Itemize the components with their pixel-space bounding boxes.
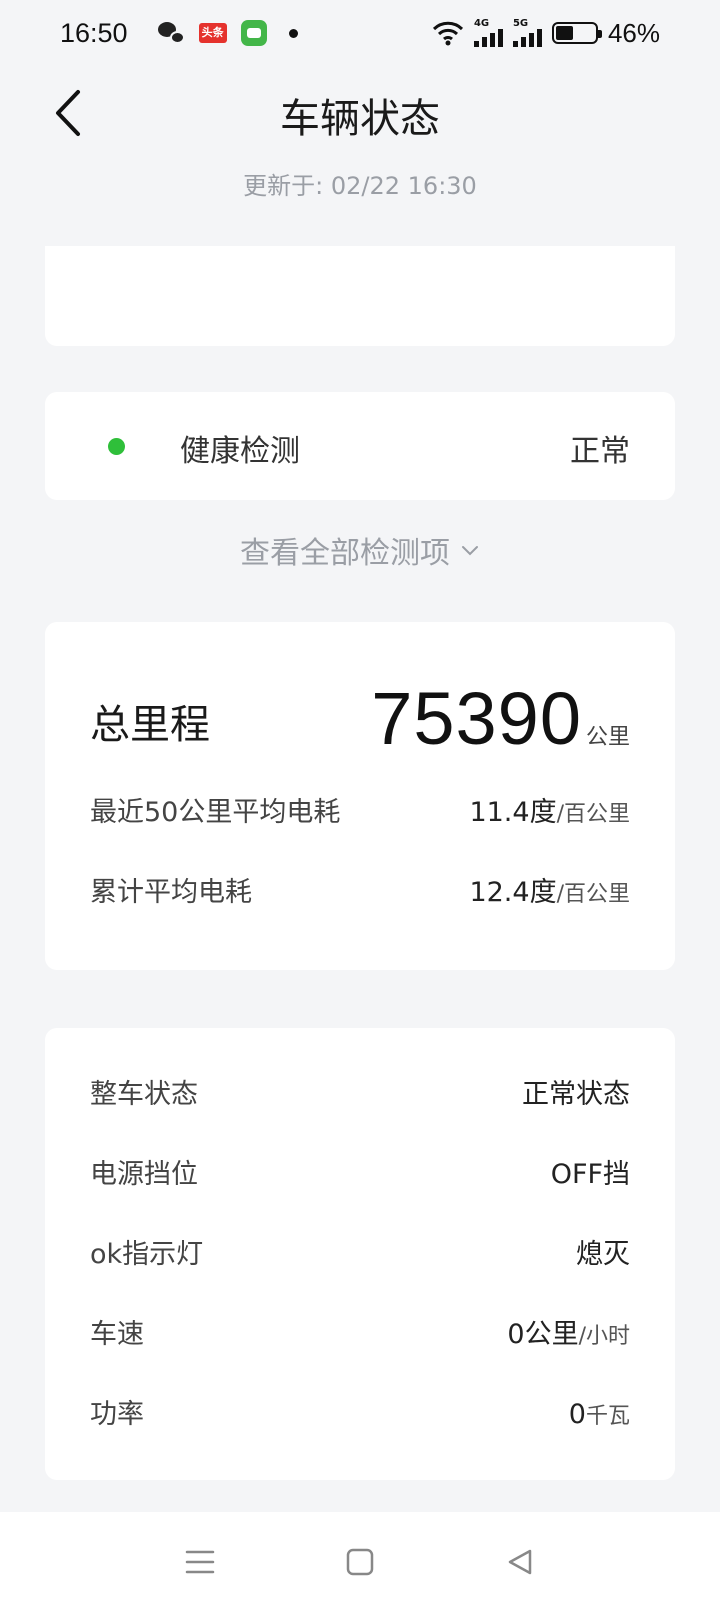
row-value: 0 bbox=[568, 1399, 586, 1430]
signal-5g-icon: 5G bbox=[512, 19, 542, 47]
row-value: 0公里 bbox=[507, 1319, 579, 1350]
nav-menu-button[interactable] bbox=[170, 1532, 230, 1592]
vehicle-image-card bbox=[45, 246, 675, 346]
health-status-dot bbox=[108, 438, 125, 455]
total-mileage-unit: 公里 bbox=[585, 725, 630, 750]
toutiao-icon: 头条 bbox=[198, 23, 227, 43]
back-triangle-icon bbox=[508, 1549, 532, 1575]
health-check-label: 健康检测 bbox=[180, 434, 300, 469]
vehicle-state-row: 整车状态 正常状态 bbox=[90, 1072, 630, 1111]
status-bar: 16:50 头条 4G 5G 46% bbox=[0, 0, 720, 66]
nav-back-button[interactable] bbox=[490, 1532, 550, 1592]
speed-row: 车速 0公里/小时 bbox=[90, 1312, 630, 1351]
health-check-value: 正常 bbox=[570, 434, 630, 469]
total-mileage-value: 75390 公里 bbox=[371, 676, 630, 761]
recent-consumption-row: 最近50公里平均电耗 11.4度/百公里 bbox=[90, 790, 630, 829]
health-check-card[interactable]: 健康检测 正常 bbox=[45, 392, 675, 500]
message-icon bbox=[240, 20, 267, 46]
row-value: 正常状态 bbox=[522, 1079, 630, 1110]
row-unit: 千瓦 bbox=[585, 1404, 630, 1429]
power-row: 功率 0千瓦 bbox=[90, 1392, 630, 1431]
row-unit: /小时 bbox=[578, 1324, 630, 1349]
total-mileage-number: 75390 bbox=[371, 677, 582, 760]
signal-4g-icon: 4G bbox=[473, 19, 503, 47]
row-label: 累计平均电耗 bbox=[90, 877, 252, 908]
row-label: 车速 bbox=[90, 1319, 144, 1350]
wechat-icon bbox=[157, 22, 185, 44]
ok-indicator-row: ok指示灯 熄灭 bbox=[90, 1232, 630, 1271]
view-all-checks-button[interactable]: 查看全部检测项 bbox=[0, 528, 720, 572]
status-time: 16:50 bbox=[60, 17, 128, 48]
total-mileage-label: 总里程 bbox=[90, 702, 210, 748]
row-value: 12.4度 bbox=[469, 877, 557, 908]
battery-icon bbox=[551, 22, 602, 44]
wifi-icon bbox=[432, 21, 464, 46]
row-value: 熄灭 bbox=[576, 1239, 630, 1270]
row-label: 功率 bbox=[90, 1399, 144, 1430]
row-value: 11.4度 bbox=[469, 797, 557, 828]
system-nav-bar bbox=[0, 1512, 720, 1612]
more-notifications-dot bbox=[288, 28, 298, 38]
menu-icon bbox=[185, 1550, 215, 1574]
screen: 16:50 头条 4G 5G 46% 车辆状态 更新于: 02/22 16:30… bbox=[0, 0, 720, 1612]
home-icon bbox=[346, 1548, 374, 1576]
power-gear-row: 电源挡位 OFF挡 bbox=[90, 1152, 630, 1191]
row-label: ok指示灯 bbox=[90, 1239, 204, 1270]
row-unit: /百公里 bbox=[556, 882, 630, 907]
row-label: 电源挡位 bbox=[90, 1159, 198, 1190]
row-label: 整车状态 bbox=[90, 1079, 198, 1110]
notification-icons: 头条 bbox=[157, 20, 298, 46]
row-label: 最近50公里平均电耗 bbox=[90, 797, 341, 828]
page-title: 车辆状态 bbox=[280, 96, 440, 142]
cumulative-consumption-row: 累计平均电耗 12.4度/百公里 bbox=[90, 870, 630, 909]
vehicle-status-card: 整车状态 正常状态 电源挡位 OFF挡 ok指示灯 熄灭 车速 0公里/小时 功… bbox=[45, 1028, 675, 1480]
system-indicators: 4G 5G 46% bbox=[432, 18, 660, 49]
chevron-down-icon bbox=[462, 546, 478, 556]
mileage-card: 总里程 75390 公里 最近50公里平均电耗 11.4度/百公里 累计平均电耗… bbox=[45, 622, 675, 970]
nav-home-button[interactable] bbox=[330, 1532, 390, 1592]
updated-time: 更新于: 02/22 16:30 bbox=[243, 172, 477, 200]
row-unit: /百公里 bbox=[556, 802, 630, 827]
row-value: OFF挡 bbox=[550, 1159, 630, 1190]
battery-percent: 46% bbox=[607, 17, 660, 48]
view-all-label: 查看全部检测项 bbox=[240, 536, 450, 571]
